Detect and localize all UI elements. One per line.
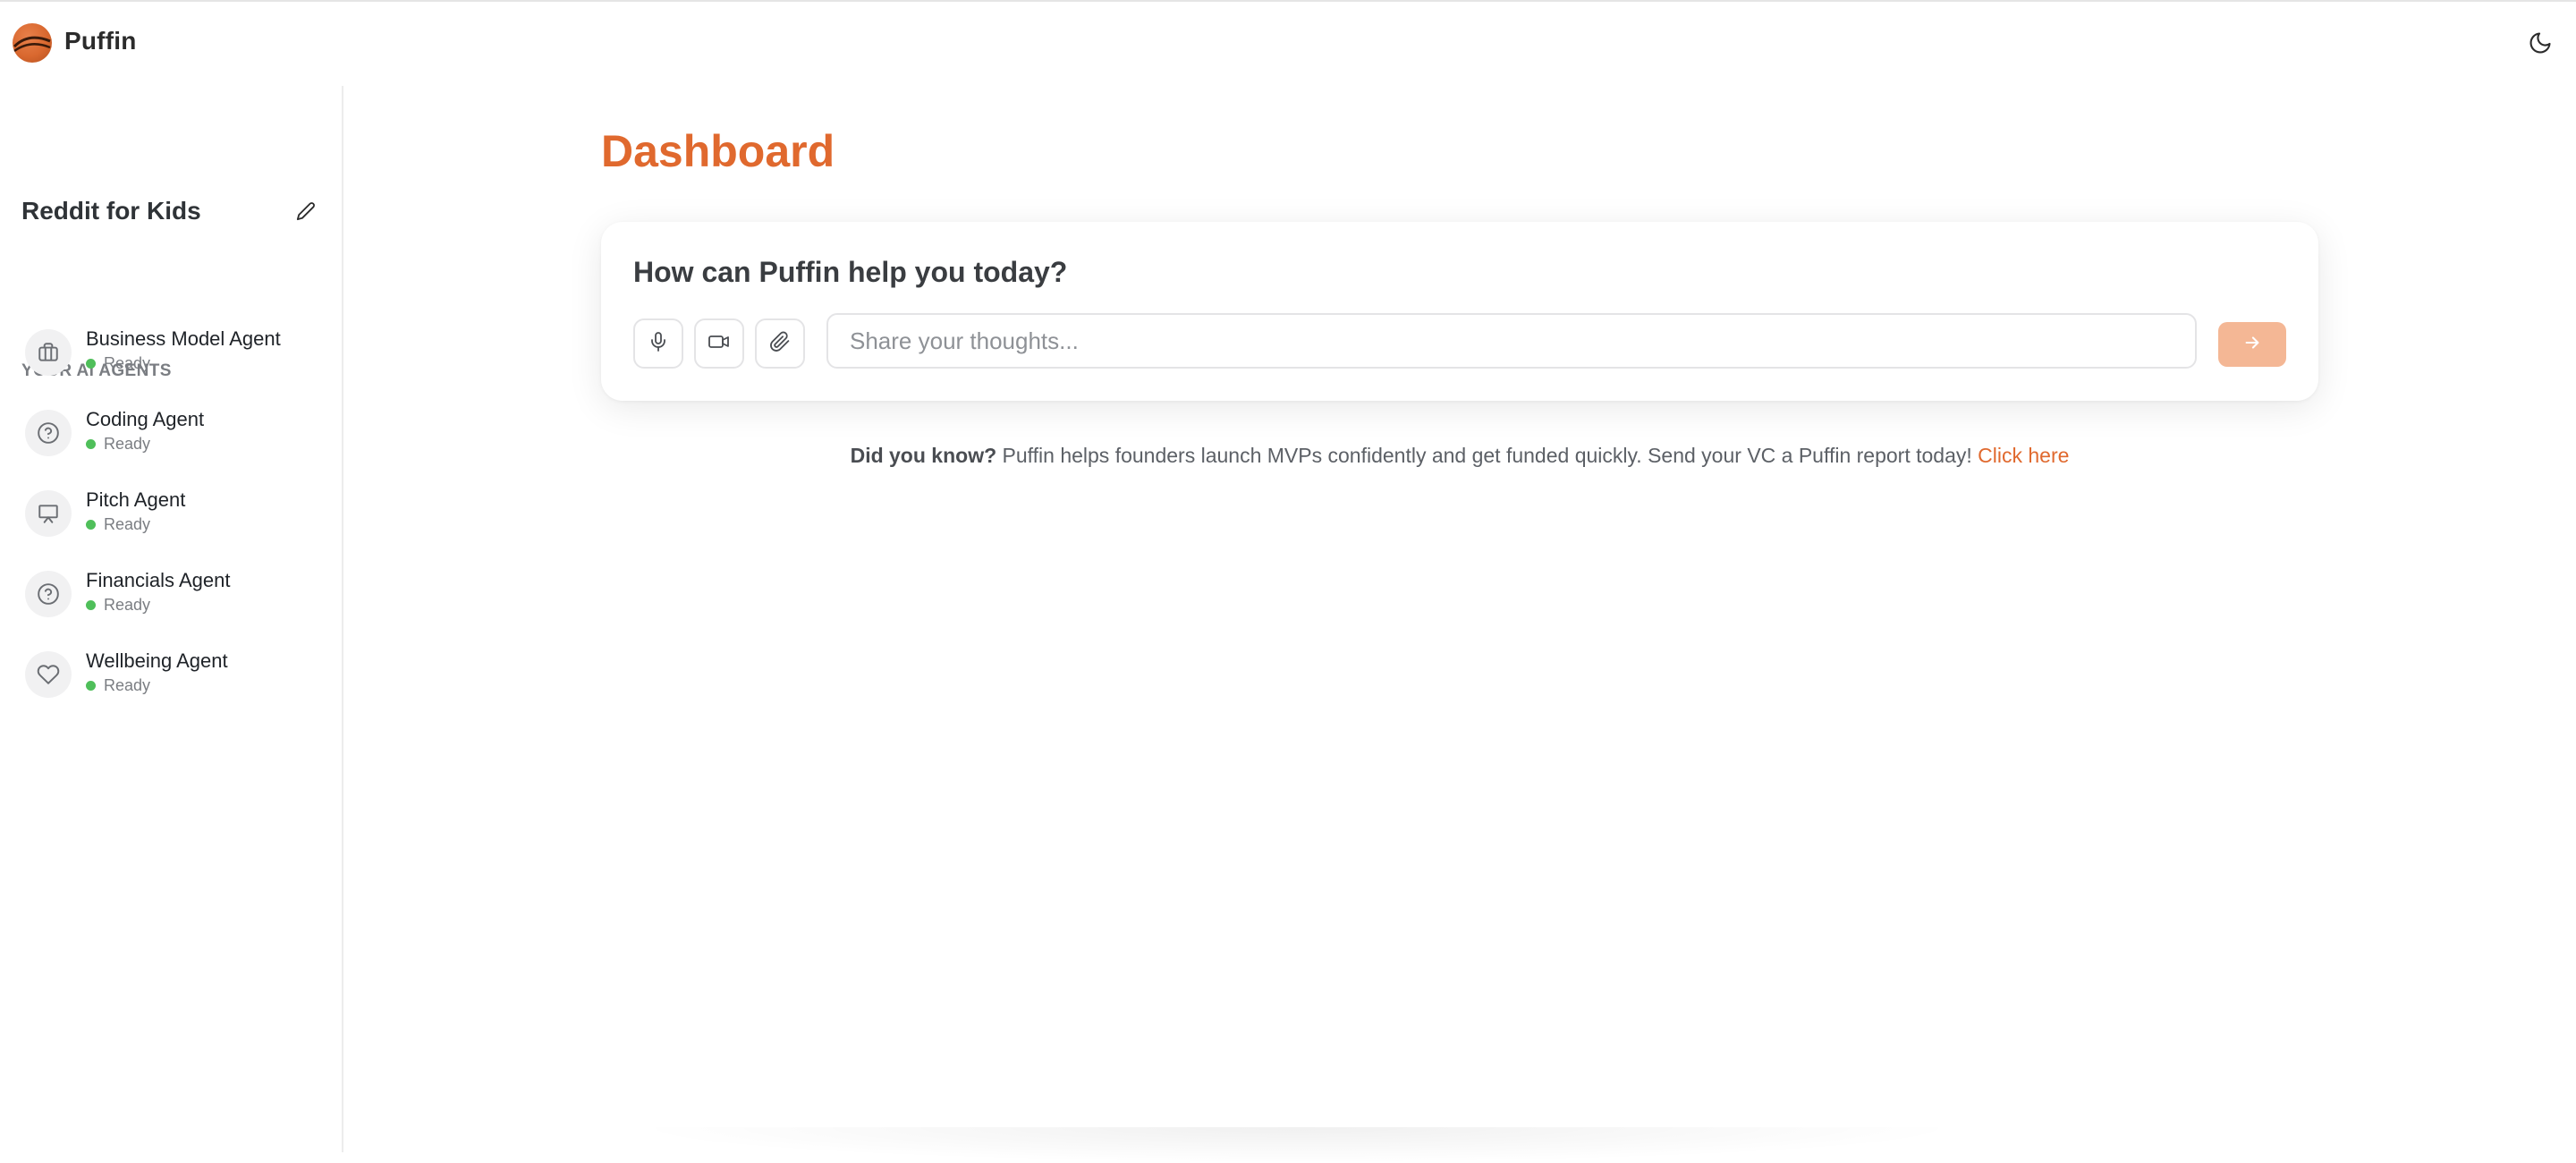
prompt-card: How can Puffin help you today? (601, 222, 2318, 401)
agent-status-label: Ready (104, 435, 151, 453)
status-dot (86, 681, 96, 691)
tip-banner: Did you know? Puffin helps founders laun… (601, 444, 2318, 468)
agent-item-coding[interactable]: Coding Agent Ready (25, 401, 329, 465)
pencil-icon (296, 201, 316, 225)
project-title: Reddit for Kids (21, 197, 201, 225)
help-circle-icon (25, 571, 72, 617)
heart-icon (25, 651, 72, 698)
agent-item-financials[interactable]: Financials Agent Ready (25, 562, 329, 626)
bottom-shadow (626, 1127, 1968, 1163)
agent-status: Ready (86, 435, 150, 454)
help-circle-icon (25, 410, 72, 456)
attach-file-button[interactable] (755, 318, 805, 369)
dark-mode-toggle[interactable] (2522, 27, 2558, 63)
agent-item-wellbeing[interactable]: Wellbeing Agent Ready (25, 642, 329, 707)
status-dot (86, 439, 96, 449)
tip-text: Puffin helps founders launch MVPs confid… (996, 444, 1979, 467)
prompt-heading: How can Puffin help you today? (633, 256, 1068, 288)
video-input-button[interactable] (694, 318, 744, 369)
briefcase-icon (25, 329, 72, 376)
agent-name: Business Model Agent (86, 327, 281, 350)
agent-status: Ready (86, 515, 150, 534)
arrow-right-icon (2242, 333, 2262, 357)
voice-input-button[interactable] (633, 318, 683, 369)
prompt-input[interactable] (826, 313, 2197, 369)
edit-project-button[interactable] (293, 200, 318, 225)
agent-item-business-model[interactable]: Business Model Agent Ready (25, 320, 329, 385)
agent-status-label: Ready (104, 596, 151, 614)
paperclip-icon (769, 331, 791, 357)
agent-status-label: Ready (104, 354, 151, 372)
agent-status: Ready (86, 354, 150, 373)
app-name: Puffin (64, 27, 137, 55)
agent-name: Wellbeing Agent (86, 649, 228, 672)
presentation-icon (25, 490, 72, 537)
top-bar: Puffin (0, 0, 2576, 86)
agent-name: Pitch Agent (86, 488, 186, 511)
tip-link[interactable]: Click here (1978, 444, 2069, 467)
agent-item-pitch[interactable]: Pitch Agent Ready (25, 481, 329, 546)
status-dot (86, 359, 96, 369)
video-camera-icon (708, 331, 731, 357)
microphone-icon (648, 331, 669, 357)
moon-icon (2528, 30, 2553, 60)
agent-status-label: Ready (104, 676, 151, 694)
status-dot (86, 600, 96, 610)
agent-name: Coding Agent (86, 408, 205, 430)
status-dot (86, 520, 96, 530)
agent-status-label: Ready (104, 515, 151, 533)
puffin-logo[interactable] (13, 23, 52, 63)
agent-status: Ready (86, 596, 150, 615)
agent-name: Financials Agent (86, 569, 231, 591)
agent-status: Ready (86, 676, 150, 695)
page-title: Dashboard (601, 126, 835, 176)
send-button[interactable] (2218, 322, 2286, 367)
tip-label: Did you know? (850, 444, 997, 467)
